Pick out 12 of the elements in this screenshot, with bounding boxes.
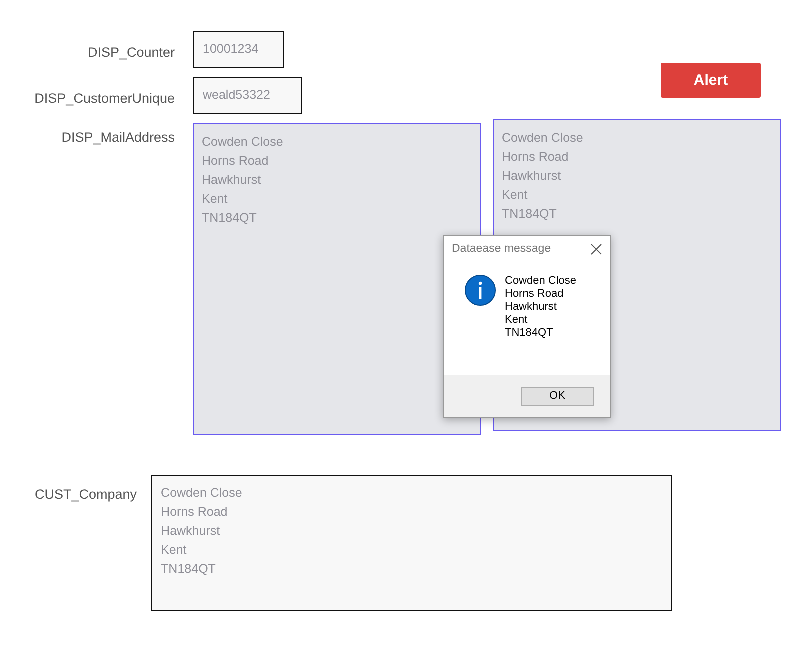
field-label: CUST_Company <box>35 486 138 502</box>
message-text: Cowden Close Horns Road Hawkhurst Kent TN184QT <box>505 275 577 340</box>
ok-button[interactable]: OK <box>521 386 594 406</box>
field-label: DISP_Counter <box>88 44 175 60</box>
info-icon <box>465 275 496 306</box>
alert-button[interactable]: Alert <box>661 63 761 98</box>
close-icon[interactable] <box>591 244 602 254</box>
field-label: DISP_CustomerUnique <box>34 90 175 106</box>
address-field[interactable]: Cowden Close Horns Road Hawkhurst Kent TN184QT <box>151 475 672 611</box>
input-field[interactable]: 10001234 <box>193 31 284 68</box>
input-field[interactable]: weald53322 <box>193 77 302 114</box>
field-label: DISP_MailAddress <box>62 129 175 145</box>
